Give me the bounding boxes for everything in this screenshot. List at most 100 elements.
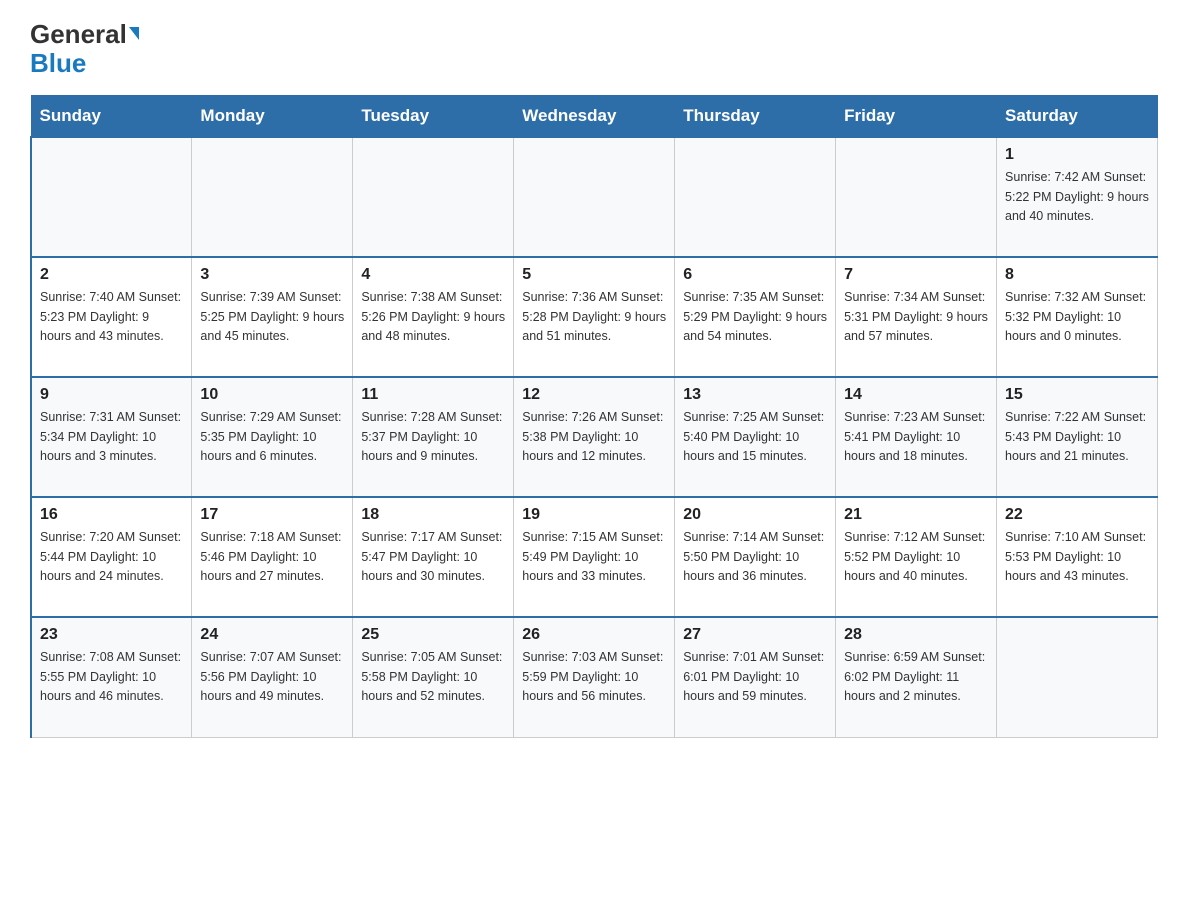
day-info: Sunrise: 7:10 AM Sunset: 5:53 PM Dayligh…: [1005, 528, 1149, 586]
calendar-table: Sunday Monday Tuesday Wednesday Thursday…: [30, 95, 1158, 738]
day-info: Sunrise: 7:42 AM Sunset: 5:22 PM Dayligh…: [1005, 168, 1149, 226]
day-info: Sunrise: 7:38 AM Sunset: 5:26 PM Dayligh…: [361, 288, 505, 346]
day-info: Sunrise: 7:08 AM Sunset: 5:55 PM Dayligh…: [40, 648, 183, 706]
day-info: Sunrise: 7:34 AM Sunset: 5:31 PM Dayligh…: [844, 288, 988, 346]
day-number: 1: [1005, 146, 1149, 164]
calendar-cell: 17 Sunrise: 7:18 AM Sunset: 5:46 PM Dayli…: [192, 497, 353, 617]
calendar-week-row: 1 Sunrise: 7:42 AM Sunset: 5:22 PM Daylig…: [31, 137, 1158, 257]
calendar-cell: 26 Sunrise: 7:03 AM Sunset: 5:59 PM Dayli…: [514, 617, 675, 737]
day-info: Sunrise: 7:14 AM Sunset: 5:50 PM Dayligh…: [683, 528, 827, 586]
col-tuesday: Tuesday: [353, 96, 514, 138]
day-info: Sunrise: 7:23 AM Sunset: 5:41 PM Dayligh…: [844, 408, 988, 466]
calendar-week-row: 16 Sunrise: 7:20 AM Sunset: 5:44 PM Dayli…: [31, 497, 1158, 617]
day-number: 2: [40, 266, 183, 284]
calendar-cell: 15 Sunrise: 7:22 AM Sunset: 5:43 PM Dayli…: [997, 377, 1158, 497]
day-number: 17: [200, 506, 344, 524]
day-info: Sunrise: 7:26 AM Sunset: 5:38 PM Dayligh…: [522, 408, 666, 466]
calendar-week-row: 23 Sunrise: 7:08 AM Sunset: 5:55 PM Dayli…: [31, 617, 1158, 737]
calendar-cell: 19 Sunrise: 7:15 AM Sunset: 5:49 PM Dayli…: [514, 497, 675, 617]
day-info: Sunrise: 7:28 AM Sunset: 5:37 PM Dayligh…: [361, 408, 505, 466]
day-info: Sunrise: 7:39 AM Sunset: 5:25 PM Dayligh…: [200, 288, 344, 346]
day-number: 15: [1005, 386, 1149, 404]
calendar-header-row: Sunday Monday Tuesday Wednesday Thursday…: [31, 96, 1158, 138]
day-number: 9: [40, 386, 183, 404]
day-info: Sunrise: 7:17 AM Sunset: 5:47 PM Dayligh…: [361, 528, 505, 586]
calendar-cell: 23 Sunrise: 7:08 AM Sunset: 5:55 PM Dayli…: [31, 617, 192, 737]
day-info: Sunrise: 7:29 AM Sunset: 5:35 PM Dayligh…: [200, 408, 344, 466]
day-number: 4: [361, 266, 505, 284]
logo-blue: Blue: [30, 48, 86, 78]
calendar-cell: [192, 137, 353, 257]
day-number: 11: [361, 386, 505, 404]
calendar-cell: 10 Sunrise: 7:29 AM Sunset: 5:35 PM Dayli…: [192, 377, 353, 497]
day-number: 20: [683, 506, 827, 524]
calendar-cell: 2 Sunrise: 7:40 AM Sunset: 5:23 PM Daylig…: [31, 257, 192, 377]
calendar-cell: 7 Sunrise: 7:34 AM Sunset: 5:31 PM Daylig…: [836, 257, 997, 377]
day-info: Sunrise: 7:35 AM Sunset: 5:29 PM Dayligh…: [683, 288, 827, 346]
day-number: 21: [844, 506, 988, 524]
calendar-cell: [514, 137, 675, 257]
day-info: Sunrise: 7:36 AM Sunset: 5:28 PM Dayligh…: [522, 288, 666, 346]
day-number: 7: [844, 266, 988, 284]
day-info: Sunrise: 7:20 AM Sunset: 5:44 PM Dayligh…: [40, 528, 183, 586]
calendar-cell: 25 Sunrise: 7:05 AM Sunset: 5:58 PM Dayli…: [353, 617, 514, 737]
day-info: Sunrise: 7:22 AM Sunset: 5:43 PM Dayligh…: [1005, 408, 1149, 466]
calendar-cell: 24 Sunrise: 7:07 AM Sunset: 5:56 PM Dayli…: [192, 617, 353, 737]
day-info: Sunrise: 7:05 AM Sunset: 5:58 PM Dayligh…: [361, 648, 505, 706]
day-info: Sunrise: 7:31 AM Sunset: 5:34 PM Dayligh…: [40, 408, 183, 466]
day-number: 14: [844, 386, 988, 404]
day-number: 27: [683, 626, 827, 644]
calendar-cell: 4 Sunrise: 7:38 AM Sunset: 5:26 PM Daylig…: [353, 257, 514, 377]
calendar-cell: 27 Sunrise: 7:01 AM Sunset: 6:01 PM Dayli…: [675, 617, 836, 737]
day-number: 13: [683, 386, 827, 404]
day-number: 6: [683, 266, 827, 284]
day-number: 22: [1005, 506, 1149, 524]
day-number: 26: [522, 626, 666, 644]
day-number: 18: [361, 506, 505, 524]
day-info: Sunrise: 7:01 AM Sunset: 6:01 PM Dayligh…: [683, 648, 827, 706]
calendar-cell: 14 Sunrise: 7:23 AM Sunset: 5:41 PM Dayli…: [836, 377, 997, 497]
calendar-cell: 20 Sunrise: 7:14 AM Sunset: 5:50 PM Dayli…: [675, 497, 836, 617]
day-info: Sunrise: 7:40 AM Sunset: 5:23 PM Dayligh…: [40, 288, 183, 346]
day-info: Sunrise: 7:25 AM Sunset: 5:40 PM Dayligh…: [683, 408, 827, 466]
day-number: 24: [200, 626, 344, 644]
day-number: 3: [200, 266, 344, 284]
calendar-cell: 1 Sunrise: 7:42 AM Sunset: 5:22 PM Daylig…: [997, 137, 1158, 257]
logo-arrow-icon: [129, 27, 139, 40]
day-number: 12: [522, 386, 666, 404]
day-info: Sunrise: 7:15 AM Sunset: 5:49 PM Dayligh…: [522, 528, 666, 586]
day-number: 23: [40, 626, 183, 644]
calendar-cell: 28 Sunrise: 6:59 AM Sunset: 6:02 PM Dayli…: [836, 617, 997, 737]
day-info: Sunrise: 7:32 AM Sunset: 5:32 PM Dayligh…: [1005, 288, 1149, 346]
day-number: 25: [361, 626, 505, 644]
calendar-cell: 18 Sunrise: 7:17 AM Sunset: 5:47 PM Dayli…: [353, 497, 514, 617]
calendar-cell: 13 Sunrise: 7:25 AM Sunset: 5:40 PM Dayli…: [675, 377, 836, 497]
day-number: 28: [844, 626, 988, 644]
logo-general: General: [30, 19, 127, 49]
col-thursday: Thursday: [675, 96, 836, 138]
col-sunday: Sunday: [31, 96, 192, 138]
page-header: General Blue: [30, 20, 1158, 77]
day-info: Sunrise: 6:59 AM Sunset: 6:02 PM Dayligh…: [844, 648, 988, 706]
calendar-cell: [675, 137, 836, 257]
calendar-cell: 8 Sunrise: 7:32 AM Sunset: 5:32 PM Daylig…: [997, 257, 1158, 377]
day-number: 5: [522, 266, 666, 284]
calendar-cell: 9 Sunrise: 7:31 AM Sunset: 5:34 PM Daylig…: [31, 377, 192, 497]
col-wednesday: Wednesday: [514, 96, 675, 138]
calendar-cell: [997, 617, 1158, 737]
calendar-cell: [31, 137, 192, 257]
day-info: Sunrise: 7:12 AM Sunset: 5:52 PM Dayligh…: [844, 528, 988, 586]
day-number: 8: [1005, 266, 1149, 284]
day-info: Sunrise: 7:07 AM Sunset: 5:56 PM Dayligh…: [200, 648, 344, 706]
calendar-cell: 16 Sunrise: 7:20 AM Sunset: 5:44 PM Dayli…: [31, 497, 192, 617]
day-info: Sunrise: 7:18 AM Sunset: 5:46 PM Dayligh…: [200, 528, 344, 586]
calendar-cell: 3 Sunrise: 7:39 AM Sunset: 5:25 PM Daylig…: [192, 257, 353, 377]
day-info: Sunrise: 7:03 AM Sunset: 5:59 PM Dayligh…: [522, 648, 666, 706]
col-monday: Monday: [192, 96, 353, 138]
day-number: 10: [200, 386, 344, 404]
day-number: 19: [522, 506, 666, 524]
col-friday: Friday: [836, 96, 997, 138]
day-number: 16: [40, 506, 183, 524]
calendar-cell: [836, 137, 997, 257]
calendar-week-row: 9 Sunrise: 7:31 AM Sunset: 5:34 PM Daylig…: [31, 377, 1158, 497]
